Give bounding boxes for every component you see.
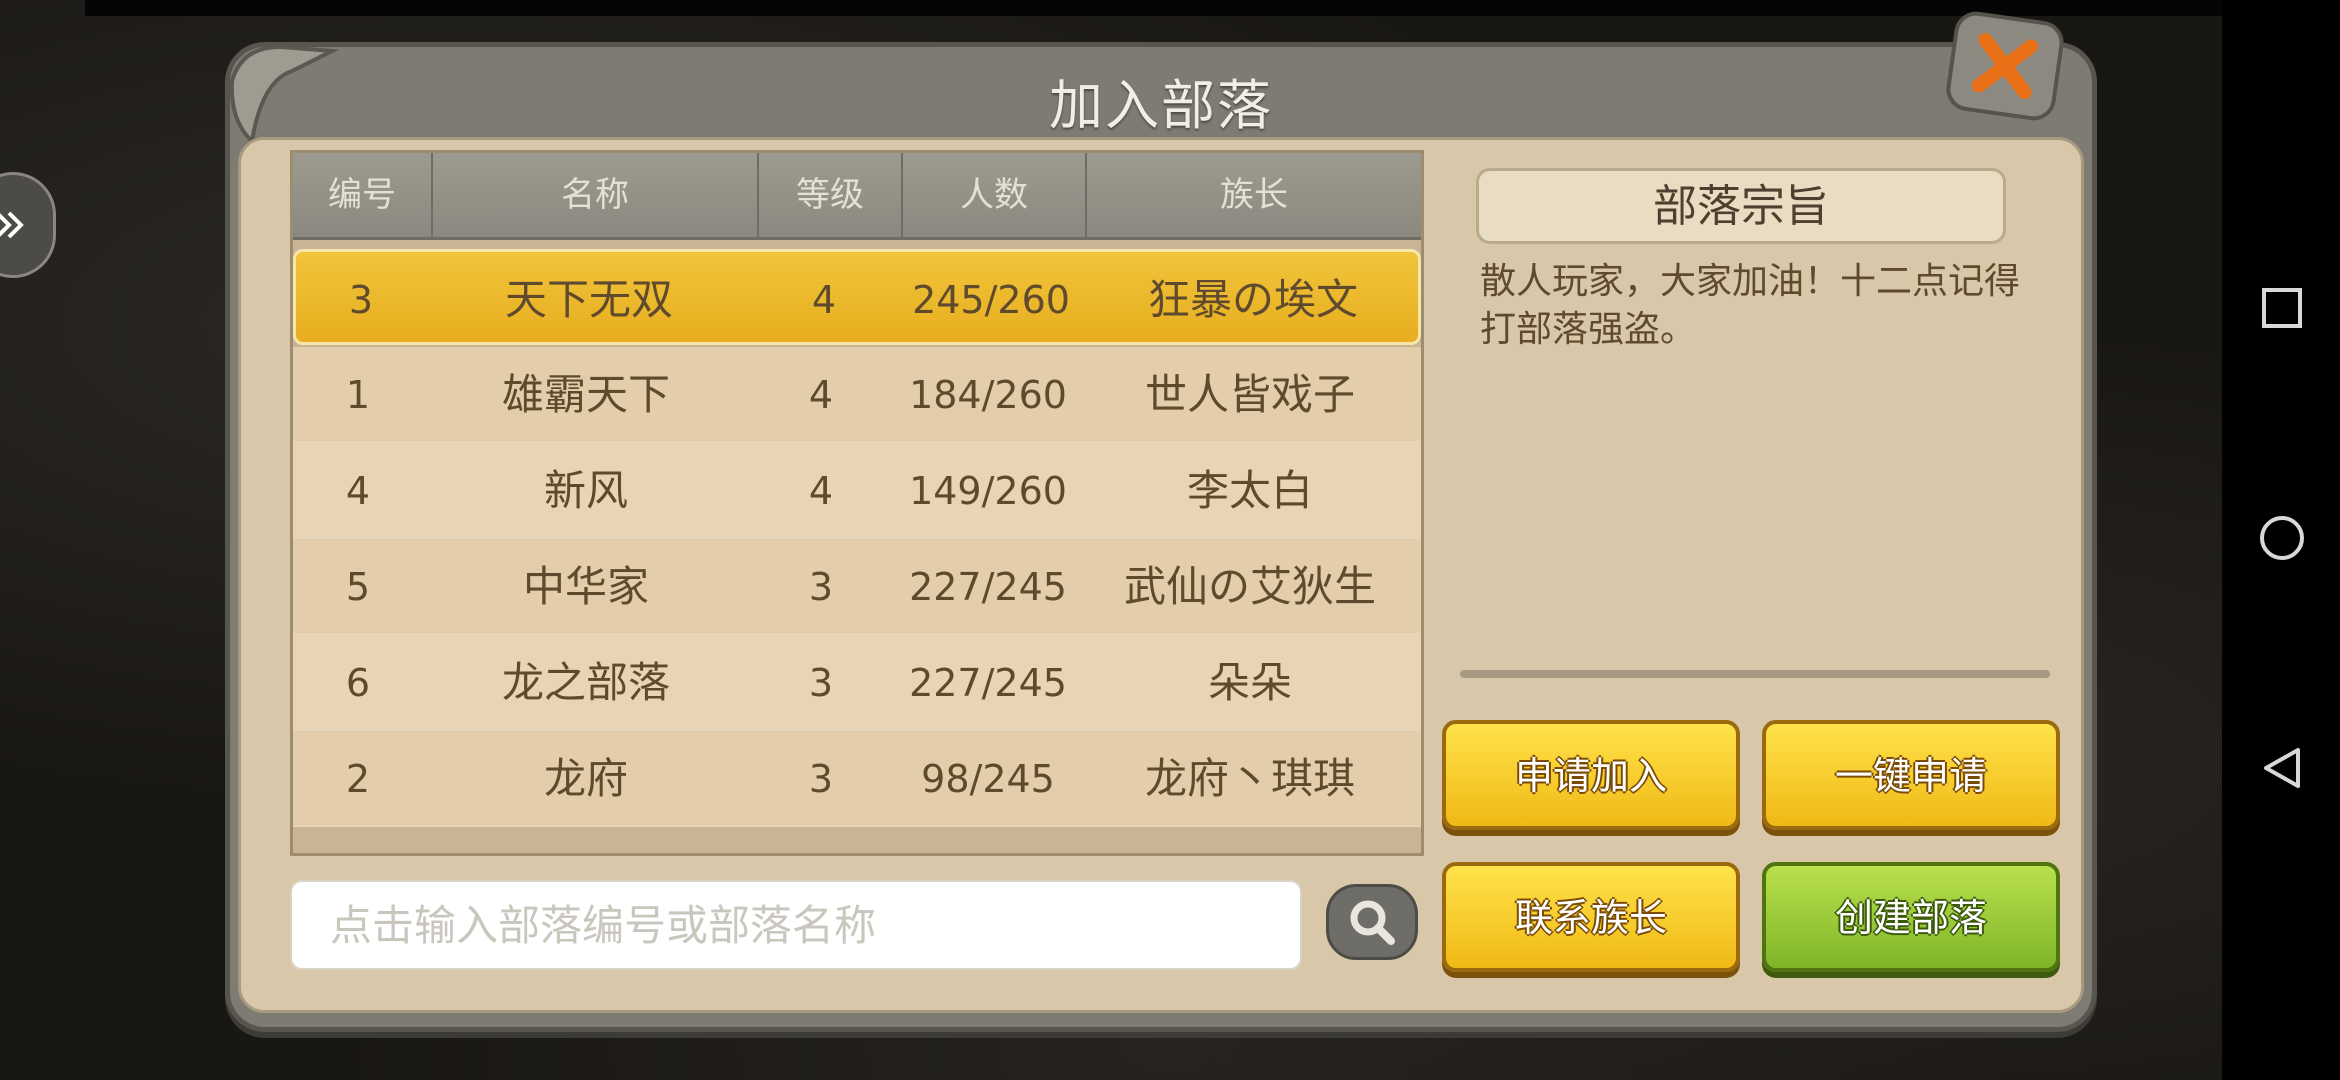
- row-members: 149/260: [909, 469, 1067, 513]
- apply-join-button[interactable]: 申请加入: [1442, 720, 1740, 830]
- tribe-table: 编号 名称 等级 人数 族长 3 天下无双 4 245/260 狂暴の埃文 1 …: [290, 150, 1424, 856]
- row-level: 4: [808, 469, 834, 513]
- search-icon: [1350, 900, 1395, 945]
- row-leader: 朵朵: [1207, 658, 1292, 707]
- double-chevron-right-icon: [0, 211, 24, 239]
- row-members: 184/260: [909, 373, 1067, 417]
- back-button[interactable]: [2250, 736, 2314, 800]
- row-id: 1: [345, 373, 371, 417]
- tribe-motto-title: 部落宗旨: [1476, 168, 2006, 244]
- row-members: 227/245: [909, 565, 1067, 609]
- column-header-members: 人数: [903, 153, 1087, 237]
- square-icon: [2262, 288, 2302, 328]
- row-level: 3: [808, 565, 834, 609]
- row-level: 3: [808, 757, 834, 801]
- row-leader: 李太白: [1186, 466, 1313, 515]
- triangle-back-icon: [2264, 748, 2300, 788]
- table-row[interactable]: 2 龙府 3 98/245 龙府丶琪琪: [293, 731, 1421, 827]
- search-input[interactable]: [290, 880, 1302, 970]
- column-header-level: 等级: [759, 153, 903, 237]
- home-button[interactable]: [2250, 506, 2314, 570]
- create-tribe-button[interactable]: 创建部落: [1762, 862, 2060, 972]
- table-row[interactable]: 6 龙之部落 3 227/245 朵朵: [293, 635, 1421, 731]
- column-header-leader: 族长: [1220, 175, 1288, 215]
- row-id: 3: [348, 278, 374, 322]
- row-leader: 龙府丶琪琪: [1144, 754, 1355, 803]
- row-id: 6: [345, 661, 371, 705]
- column-header-id: 编号: [293, 153, 433, 237]
- row-name: 新风: [543, 466, 628, 515]
- tribe-motto-text: 散人玩家，大家加油！十二点记得打部落强盗。: [1480, 261, 2021, 350]
- search-button[interactable]: [1326, 884, 1418, 960]
- row-id: 2: [345, 757, 371, 801]
- row-level: 4: [811, 278, 837, 322]
- table-row[interactable]: 3 天下无双 4 245/260 狂暴の埃文: [293, 249, 1421, 345]
- one-click-apply-button[interactable]: 一键申请: [1762, 720, 2060, 830]
- row-name: 天下无双: [504, 275, 673, 324]
- recent-apps-button[interactable]: [2250, 276, 2314, 340]
- row-members: 98/245: [921, 757, 1055, 801]
- row-leader: 武仙の艾狄生: [1123, 562, 1376, 611]
- row-members: 245/260: [912, 278, 1070, 322]
- column-header-name: 名称: [433, 153, 759, 237]
- table-row[interactable]: 4 新风 4 149/260 李太白: [293, 443, 1421, 539]
- status-bar: [85, 0, 2222, 16]
- row-level: 3: [808, 661, 834, 705]
- row-leader: 狂暴の埃文: [1147, 275, 1358, 324]
- row-id: 4: [345, 469, 371, 513]
- table-row[interactable]: 1 雄霸天下 4 184/260 世人皆戏子: [293, 347, 1421, 443]
- row-id: 5: [345, 565, 371, 609]
- row-name: 雄霸天下: [501, 370, 670, 419]
- close-icon: [1972, 33, 2038, 99]
- info-divider: [1460, 670, 2050, 678]
- row-members: 227/245: [909, 661, 1067, 705]
- close-button[interactable]: [1943, 8, 2067, 124]
- row-level: 4: [808, 373, 834, 417]
- row-name: 龙之部落: [501, 658, 670, 707]
- table-row[interactable]: 5 中华家 3 227/245 武仙の艾狄生: [293, 539, 1421, 635]
- row-name: 龙府: [543, 754, 628, 803]
- contact-leader-button[interactable]: 联系族长: [1442, 862, 1740, 972]
- row-name: 中华家: [522, 562, 649, 611]
- circle-icon: [2260, 516, 2304, 560]
- table-header: 编号 名称 等级 人数 族长: [293, 153, 1421, 240]
- row-leader: 世人皆戏子: [1144, 370, 1355, 419]
